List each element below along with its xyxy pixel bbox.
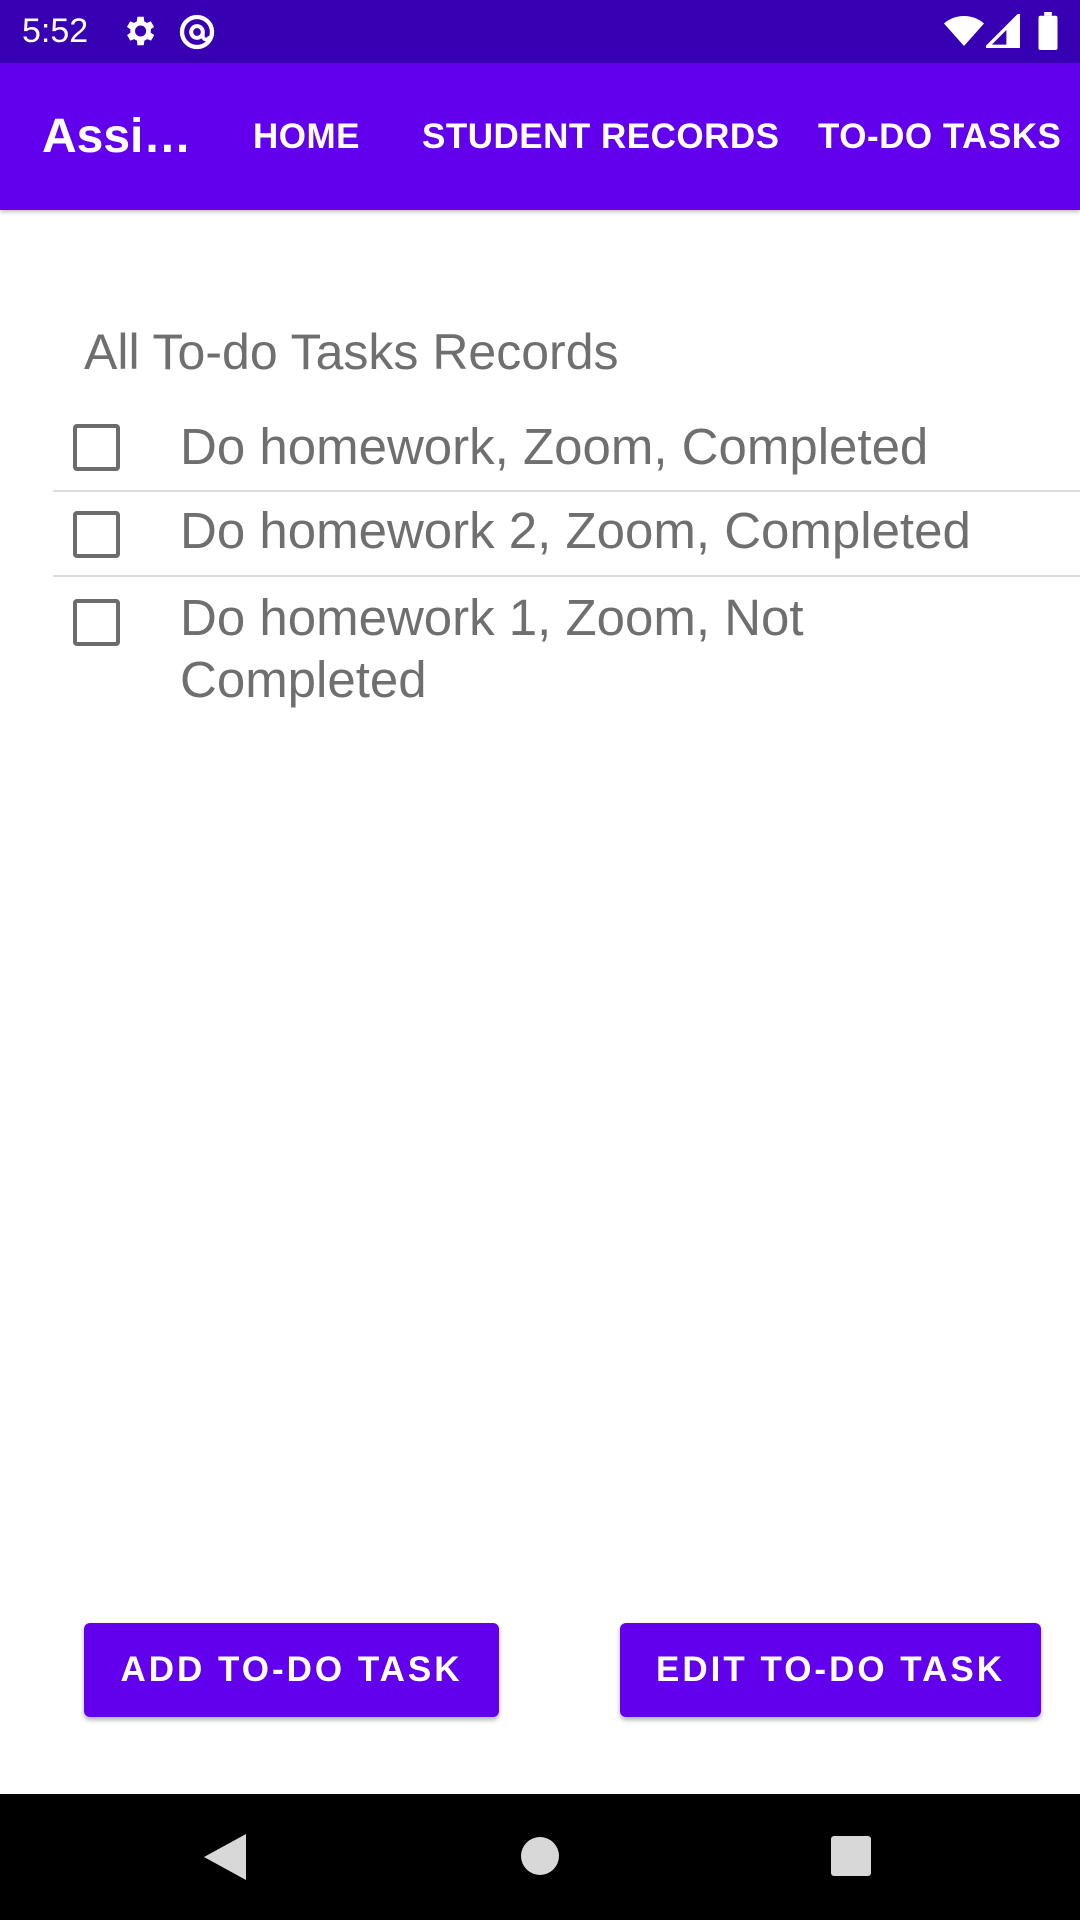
edit-todo-task-button[interactable]: EDIT TO-DO TASK <box>620 1623 1041 1717</box>
task-row[interactable]: Do homework, Zoom, Completed <box>53 410 1080 492</box>
section-title: All To-do Tasks Records <box>84 324 619 380</box>
menu-item-student-records[interactable]: STUDENT RECORDS <box>422 115 780 159</box>
task-checkbox[interactable] <box>73 599 120 646</box>
status-time: 5:52 <box>22 12 89 50</box>
task-row[interactable]: Do homework 1, Zoom, Not Completed <box>53 577 1080 717</box>
menu-item-todo-tasks[interactable]: TO-DO TASKS <box>818 115 1061 159</box>
app-bar: Assi… HOME STUDENT RECORDS TO-DO TASKS <box>0 63 1080 210</box>
recents-icon[interactable] <box>831 1836 871 1880</box>
battery-icon <box>1038 12 1058 50</box>
status-bar: 5:52 <box>0 0 1080 63</box>
wifi-icon <box>944 14 984 48</box>
task-row[interactable]: Do homework 2, Zoom, Completed <box>53 492 1080 577</box>
add-todo-task-button[interactable]: ADD TO-DO TASK <box>84 1623 499 1717</box>
task-checkbox[interactable] <box>73 511 120 558</box>
task-label: Do homework 1, Zoom, Not Completed <box>180 589 804 708</box>
navigation-bar <box>0 1794 1080 1920</box>
settings-icon <box>120 12 158 50</box>
signal-icon <box>986 14 1020 48</box>
task-label: Do homework, Zoom, Completed <box>180 418 929 475</box>
task-checkbox[interactable] <box>73 424 120 471</box>
app-title: Assi… <box>42 110 192 163</box>
back-icon[interactable] <box>204 1834 246 1884</box>
menu-item-home[interactable]: HOME <box>253 115 360 159</box>
task-label: Do homework 2, Zoom, Completed <box>180 502 971 559</box>
home-icon[interactable] <box>520 1836 560 1880</box>
at-sign-icon <box>177 12 217 52</box>
